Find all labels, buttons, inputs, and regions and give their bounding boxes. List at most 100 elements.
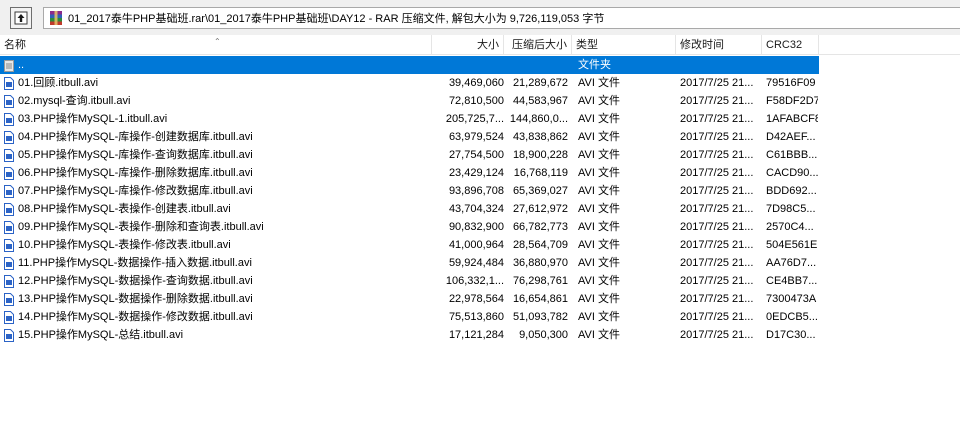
file-name: 12.PHP操作MySQL-数据操作-查询数据.itbull.avi xyxy=(18,275,253,287)
file-crc32: 2570C4... xyxy=(766,221,814,233)
file-packed-size: 9,050,300 xyxy=(519,329,568,341)
file-size: 39,469,060 xyxy=(448,77,504,89)
file-name-cell: 03.PHP操作MySQL-1.itbull.avi xyxy=(4,110,404,128)
column-header-name-label: 名称 xyxy=(4,39,26,51)
file-crc32: AA76D7... xyxy=(766,257,817,269)
file-type: AVI 文件 xyxy=(578,293,620,305)
file-row[interactable]: 05.PHP操作MySQL-库操作-查询数据库.itbull.avi 27,754… xyxy=(0,146,819,164)
file-name-cell: 05.PHP操作MySQL-库操作-查询数据库.itbull.avi xyxy=(4,146,404,164)
file-modified-time: 2017/7/25 21... xyxy=(680,329,754,341)
file-type: AVI 文件 xyxy=(578,113,620,125)
file-crc32: C61BBB... xyxy=(766,149,818,161)
file-name: 08.PHP操作MySQL-表操作-创建表.itbull.avi xyxy=(18,203,231,215)
file-modified-time: 2017/7/25 21... xyxy=(680,77,754,89)
file-type: AVI 文件 xyxy=(578,131,620,143)
file-packed-size: 66,782,773 xyxy=(512,221,568,233)
avi-file-icon xyxy=(4,112,14,126)
folder-up-icon xyxy=(14,11,28,25)
file-packed-size: 76,298,761 xyxy=(512,275,568,287)
file-type: AVI 文件 xyxy=(578,149,620,161)
file-row[interactable]: 07.PHP操作MySQL-库操作-修改数据库.itbull.avi 93,896… xyxy=(0,182,819,200)
file-type: AVI 文件 xyxy=(578,95,620,107)
file-name: 11.PHP操作MySQL-数据操作-插入数据.itbull.avi xyxy=(18,257,252,269)
file-row[interactable]: 01.回顾.itbull.avi 39,469,060 21,289,672 AVI … xyxy=(0,74,819,92)
file-row[interactable]: 10.PHP操作MySQL-表操作-修改表.itbull.avi 41,000,9… xyxy=(0,236,819,254)
file-row[interactable]: 13.PHP操作MySQL-数据操作-删除数据.itbull.avi 22,978… xyxy=(0,290,819,308)
file-type: AVI 文件 xyxy=(578,239,620,251)
file-type: AVI 文件 xyxy=(578,221,620,233)
parent-folder-name: .. xyxy=(18,59,25,71)
parent-folder-type: 文件夹 xyxy=(578,59,611,71)
file-name: 02.mysql-查询.itbull.avi xyxy=(18,95,131,107)
file-modified-time: 2017/7/25 21... xyxy=(680,113,754,125)
avi-file-icon xyxy=(4,202,14,216)
file-row[interactable]: 03.PHP操作MySQL-1.itbull.avi 205,725,7... 14… xyxy=(0,110,819,128)
file-modified-time: 2017/7/25 21... xyxy=(680,311,754,323)
avi-file-icon xyxy=(4,166,14,180)
file-name-cell: 01.回顾.itbull.avi xyxy=(4,74,404,92)
file-row[interactable]: 14.PHP操作MySQL-数据操作-修改数据.itbull.avi 75,513… xyxy=(0,308,819,326)
file-row[interactable]: 11.PHP操作MySQL-数据操作-插入数据.itbull.avi 59,924… xyxy=(0,254,819,272)
file-row[interactable]: 12.PHP操作MySQL-数据操作-查询数据.itbull.avi 106,33… xyxy=(0,272,819,290)
column-header-size[interactable]: 大小 xyxy=(432,35,504,55)
avi-file-icon xyxy=(4,310,14,324)
file-name: 03.PHP操作MySQL-1.itbull.avi xyxy=(18,113,168,125)
file-name-cell: 10.PHP操作MySQL-表操作-修改表.itbull.avi xyxy=(4,236,404,254)
file-size: 93,896,708 xyxy=(448,185,504,197)
column-header-type[interactable]: 类型 xyxy=(572,35,676,55)
file-size: 17,121,284 xyxy=(448,329,504,341)
file-row[interactable]: 08.PHP操作MySQL-表操作-创建表.itbull.avi 43,704,3… xyxy=(0,200,819,218)
avi-file-icon xyxy=(4,238,14,252)
file-size: 63,979,524 xyxy=(448,131,504,143)
file-crc32: 504E561E xyxy=(766,239,818,251)
file-packed-size: 65,369,027 xyxy=(512,185,568,197)
avi-file-icon xyxy=(4,220,14,234)
parent-folder-row[interactable]: .. 文件夹 xyxy=(0,56,819,74)
column-header-packed[interactable]: 压缩后大小 xyxy=(504,35,572,55)
file-size: 23,429,124 xyxy=(448,167,504,179)
file-packed-size: 144,860,0... xyxy=(509,113,568,125)
avi-file-icon xyxy=(4,76,14,90)
file-type: AVI 文件 xyxy=(578,185,620,197)
file-modified-time: 2017/7/25 21... xyxy=(680,221,754,233)
file-modified-time: 2017/7/25 21... xyxy=(680,149,754,161)
file-row[interactable]: 09.PHP操作MySQL-表操作-删除和查询表.itbull.avi 90,83… xyxy=(0,218,819,236)
file-name-cell: 04.PHP操作MySQL-库操作-创建数据库.itbull.avi xyxy=(4,128,404,146)
file-packed-size: 16,654,861 xyxy=(512,293,568,305)
file-crc32: BDD692... xyxy=(766,185,817,197)
file-name-cell: 11.PHP操作MySQL-数据操作-插入数据.itbull.avi xyxy=(4,254,404,272)
archive-path-field[interactable]: 01_2017泰牛PHP基础班.rar\01_2017泰牛PHP基础班\DAY1… xyxy=(43,7,960,29)
file-modified-time: 2017/7/25 21... xyxy=(680,239,754,251)
file-name: 13.PHP操作MySQL-数据操作-删除数据.itbull.avi xyxy=(18,293,253,305)
file-modified-time: 2017/7/25 21... xyxy=(680,167,754,179)
column-header-name[interactable]: 名称 ⌃ xyxy=(0,35,432,55)
path-toolbar: 01_2017泰牛PHP基础班.rar\01_2017泰牛PHP基础班\DAY1… xyxy=(0,0,960,35)
file-modified-time: 2017/7/25 21... xyxy=(680,185,754,197)
parent-folder-icon xyxy=(4,59,14,72)
avi-file-icon xyxy=(4,184,14,198)
file-size: 205,725,7... xyxy=(445,113,504,125)
file-crc32: 7D98C5... xyxy=(766,203,816,215)
file-size: 75,513,860 xyxy=(448,311,504,323)
folder-up-button[interactable] xyxy=(10,7,32,29)
parent-folder-name-cell: .. xyxy=(4,56,404,74)
sort-ascending-icon: ⌃ xyxy=(214,37,221,46)
file-size: 22,978,564 xyxy=(448,293,504,305)
file-name-cell: 09.PHP操作MySQL-表操作-删除和查询表.itbull.avi xyxy=(4,218,404,236)
file-row[interactable]: 06.PHP操作MySQL-库操作-删除数据库.itbull.avi 23,429… xyxy=(0,164,819,182)
file-name: 09.PHP操作MySQL-表操作-删除和查询表.itbull.avi xyxy=(18,221,264,233)
file-name: 14.PHP操作MySQL-数据操作-修改数据.itbull.avi xyxy=(18,311,253,323)
file-type: AVI 文件 xyxy=(578,77,620,89)
file-row[interactable]: 02.mysql-查询.itbull.avi 72,810,500 44,583,9… xyxy=(0,92,819,110)
column-header-mtime[interactable]: 修改时间 xyxy=(676,35,762,55)
file-name-cell: 08.PHP操作MySQL-表操作-创建表.itbull.avi xyxy=(4,200,404,218)
avi-file-icon xyxy=(4,148,14,162)
file-row[interactable]: 15.PHP操作MySQL-总结.itbull.avi 17,121,284 9,0… xyxy=(0,326,819,344)
file-row[interactable]: 04.PHP操作MySQL-库操作-创建数据库.itbull.avi 63,979… xyxy=(0,128,819,146)
file-size: 106,332,1... xyxy=(445,275,504,287)
file-type: AVI 文件 xyxy=(578,275,620,287)
file-packed-size: 16,768,119 xyxy=(513,167,568,179)
column-header-crc[interactable]: CRC32 xyxy=(762,35,819,55)
file-modified-time: 2017/7/25 21... xyxy=(680,275,754,287)
file-packed-size: 43,838,862 xyxy=(512,131,568,143)
